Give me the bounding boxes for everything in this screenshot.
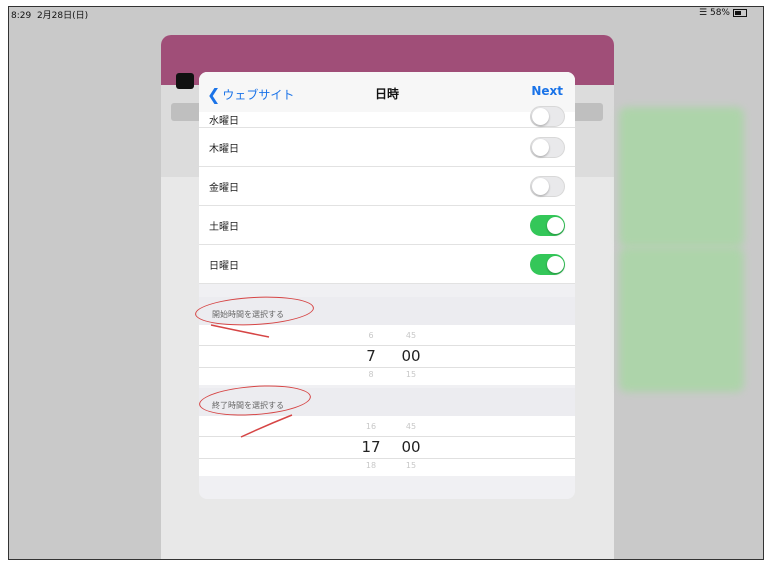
end-minute-next[interactable]: 15 <box>391 461 431 470</box>
weekday-row-wednesday: 水曜日 <box>199 106 575 128</box>
page-title: 日時 <box>374 87 399 101</box>
picker-selection-line-bottom <box>199 458 575 459</box>
end-hour-prev[interactable]: 16 <box>351 422 391 431</box>
weekday-row-saturday: 土曜日 <box>199 206 575 245</box>
toggle-thursday[interactable] <box>530 137 565 158</box>
weekday-label: 金曜日 <box>209 183 239 194</box>
weekday-row-sunday: 日曜日 <box>199 245 575 284</box>
weekday-row-thursday: 木曜日 <box>199 128 575 167</box>
weekday-label: 日曜日 <box>209 261 239 272</box>
toggle-wednesday[interactable] <box>530 106 565 127</box>
weekday-label: 土曜日 <box>209 222 239 233</box>
annotation-stroke-start <box>210 324 270 338</box>
toggle-knob <box>547 256 564 273</box>
start-hour-prev[interactable]: 6 <box>351 331 391 340</box>
toggle-saturday[interactable] <box>530 215 565 236</box>
status-time-date: 8:29 2月28日(日) <box>11 8 88 21</box>
weekday-label: 水曜日 <box>209 116 239 127</box>
battery-percent: 58% <box>709 8 730 18</box>
weekday-label: 木曜日 <box>209 144 239 155</box>
toggle-knob <box>532 139 549 156</box>
annotation-stroke-end <box>240 414 293 438</box>
weekday-list: 水曜日 木曜日 金曜日 土曜日 日曜日 <box>199 106 575 284</box>
status-date: 2月28日(日) <box>36 11 89 21</box>
battery-icon <box>733 8 747 17</box>
start-hour-next[interactable]: 8 <box>351 370 391 379</box>
start-minute-selected[interactable]: 00 <box>391 347 431 365</box>
toggle-knob <box>547 217 564 234</box>
next-button[interactable]: Next <box>531 84 563 98</box>
status-bar: 8:29 2月28日(日) ☰ 58% <box>9 7 763 21</box>
status-right: ☰ 58% <box>699 8 747 18</box>
toggle-sunday[interactable] <box>530 254 565 275</box>
end-hour-selected[interactable]: 17 <box>351 438 391 456</box>
weekday-row-friday: 金曜日 <box>199 167 575 206</box>
toggle-knob <box>532 178 549 195</box>
end-hour-next[interactable]: 18 <box>351 461 391 470</box>
status-time: 8:29 <box>11 11 32 21</box>
picker-selection-line-top <box>199 345 575 346</box>
ipad-screen: 8:29 2月28日(日) ☰ 58% ❮ ウェブサイト 日時 Next 水曜日 … <box>8 6 764 560</box>
modal-nav-bar: ❮ ウェブサイト 日時 Next <box>199 72 575 112</box>
end-minute-prev[interactable]: 45 <box>391 422 431 431</box>
background-green-tile-1 <box>619 107 744 247</box>
background-app-icon <box>176 73 194 89</box>
start-minute-prev[interactable]: 45 <box>391 331 431 340</box>
toggle-friday[interactable] <box>530 176 565 197</box>
toggle-knob <box>532 108 549 125</box>
start-hour-selected[interactable]: 7 <box>351 347 391 365</box>
end-minute-selected[interactable]: 00 <box>391 438 431 456</box>
background-green-tile-2 <box>619 247 744 392</box>
start-minute-next[interactable]: 15 <box>391 370 431 379</box>
wifi-icon: ☰ <box>699 8 708 18</box>
picker-selection-line-bottom <box>199 367 575 368</box>
